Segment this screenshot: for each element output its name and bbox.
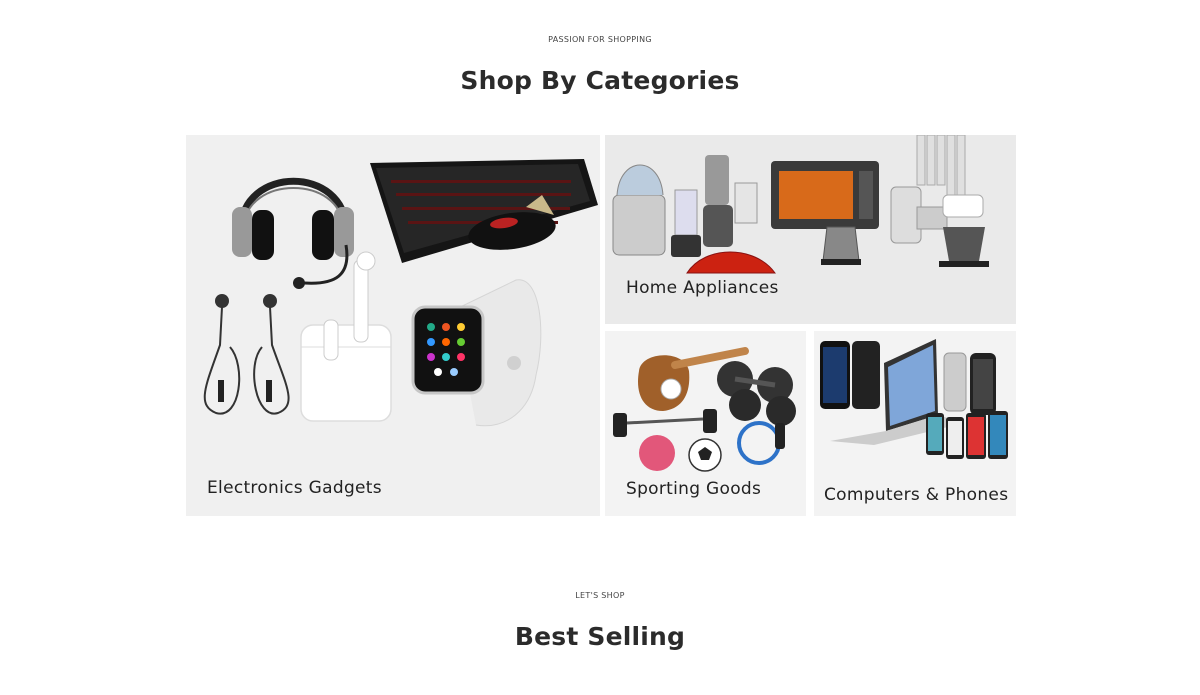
category-tile-sporting-goods[interactable]: Sporting Goods bbox=[605, 331, 806, 516]
section-eyebrow-best-selling: LET'S SHOP bbox=[575, 591, 625, 600]
category-label: Home Appliances bbox=[626, 278, 779, 298]
category-label: Sporting Goods bbox=[626, 479, 762, 499]
section-title-best-selling: Best Selling bbox=[514, 622, 686, 651]
category-label: Electronics Gadgets bbox=[207, 478, 382, 498]
category-tile-home-appliances[interactable]: Home Appliances bbox=[605, 135, 1016, 324]
category-label: Computers & Phones bbox=[824, 485, 1009, 505]
electronics-gadgets-icon bbox=[203, 159, 598, 427]
section-title-categories: Shop By Categories bbox=[460, 66, 740, 95]
category-tile-electronics[interactable]: Electronics Gadgets bbox=[186, 135, 600, 516]
section-eyebrow-categories: PASSION FOR SHOPPING bbox=[548, 35, 652, 44]
category-tile-computers-phones[interactable]: Computers & Phones bbox=[814, 331, 1016, 516]
